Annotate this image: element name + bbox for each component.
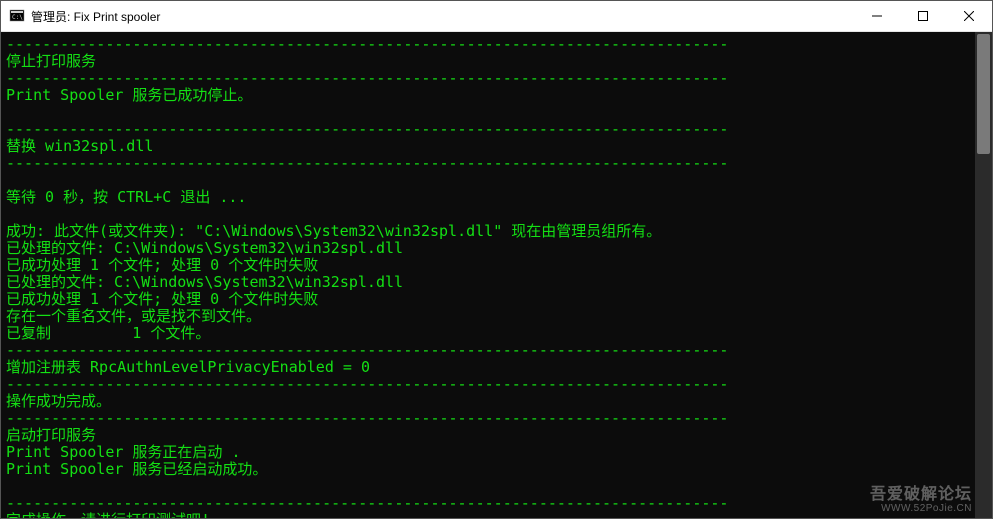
terminal-line [6,172,970,189]
terminal-line: 已成功处理 1 个文件; 处理 0 个文件时失败 [6,257,970,274]
terminal-line: ----------------------------------------… [6,342,970,359]
titlebar[interactable]: C:\ 管理员: Fix Print spooler [1,1,992,32]
window-title: 管理员: Fix Print spooler [31,8,854,25]
scroll-thumb[interactable] [977,34,990,154]
terminal-line: ----------------------------------------… [6,70,970,87]
close-button[interactable] [946,1,992,31]
scrollbar[interactable] [975,32,992,518]
svg-text:C:\: C:\ [12,14,23,21]
terminal-line: ----------------------------------------… [6,495,970,512]
terminal-line: 完成操作，请进行打印测试吧! [6,512,970,518]
terminal-line: ----------------------------------------… [6,155,970,172]
terminal-line [6,104,970,121]
terminal-line: 替换 win32spl.dll [6,138,970,155]
window-controls [854,1,992,31]
terminal-line: ----------------------------------------… [6,410,970,427]
terminal-line [6,206,970,223]
terminal-line: 已处理的文件: C:\Windows\System32\win32spl.dll [6,274,970,291]
terminal-line: 启动打印服务 [6,427,970,444]
terminal-line: 存在一个重名文件，或是找不到文件。 [6,308,970,325]
terminal-line: 操作成功完成。 [6,393,970,410]
maximize-button[interactable] [900,1,946,31]
terminal-line: Print Spooler 服务已成功停止。 [6,87,970,104]
terminal-line: ----------------------------------------… [6,121,970,138]
terminal-line: 成功: 此文件(或文件夹): "C:\Windows\System32\win3… [6,223,970,240]
terminal-line: 停止打印服务 [6,53,970,70]
minimize-button[interactable] [854,1,900,31]
terminal-line: ----------------------------------------… [6,376,970,393]
terminal-line: 已处理的文件: C:\Windows\System32\win32spl.dll [6,240,970,257]
terminal-line: Print Spooler 服务已经启动成功。 [6,461,970,478]
window-frame: C:\ 管理员: Fix Print spooler -------------… [0,0,993,519]
terminal-line [6,478,970,495]
terminal-line: 等待 0 秒，按 CTRL+C 退出 ... [6,189,970,206]
terminal-line: 已复制 1 个文件。 [6,325,970,342]
terminal-line: 增加注册表 RpcAuthnLevelPrivacyEnabled = 0 [6,359,970,376]
terminal-area: ----------------------------------------… [1,32,992,518]
terminal-line: 已成功处理 1 个文件; 处理 0 个文件时失败 [6,291,970,308]
app-icon: C:\ [9,8,25,24]
terminal-line: ----------------------------------------… [6,36,970,53]
terminal-line: Print Spooler 服务正在启动 . [6,444,970,461]
terminal-output[interactable]: ----------------------------------------… [1,32,975,518]
